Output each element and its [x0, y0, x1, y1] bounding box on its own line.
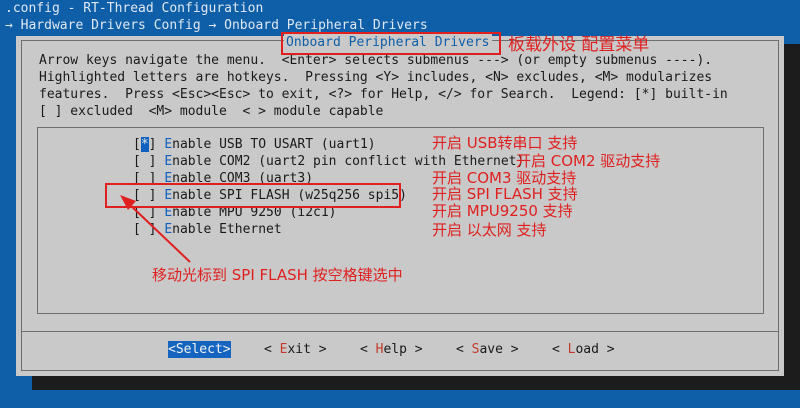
- menu-item-usb-to-usart[interactable]: [*] Enable USB TO USART (uart1): [133, 136, 376, 153]
- title-annotation: 板载外设 配置菜单: [508, 35, 650, 55]
- annotation-usb: 开启 USB转串口 支持: [432, 134, 578, 152]
- arrow-annotation: 移动光标到 SPI FLASH 按空格键选中: [152, 266, 403, 284]
- menu-cursor: *: [140, 137, 149, 152]
- annotation-com2: 开启 COM2 驱动支持: [516, 152, 661, 170]
- help-button[interactable]: < Help >: [360, 341, 423, 358]
- annotation-spi-flash: 开启 SPI FLASH 支持: [432, 185, 578, 203]
- window-title: .config - RT-Thread Configuration: [5, 1, 264, 16]
- hotkey-letter: E: [164, 154, 173, 169]
- menu-item-ethernet[interactable]: [ ] Enable Ethernet: [133, 221, 282, 238]
- title-highlight-box: [281, 32, 501, 55]
- spi-flash-highlight-box: [105, 183, 401, 208]
- annotation-ethernet: 开启 以太网 支持: [432, 221, 547, 239]
- help-line-2: Highlighted letters are hotkeys. Pressin…: [39, 70, 713, 85]
- exit-button[interactable]: < Exit >: [264, 341, 327, 358]
- menu-item-com2[interactable]: [ ] Enable COM2 (uart2 pin conflict with…: [133, 153, 524, 170]
- annotation-mpu9250: 开启 MPU9250 支持: [432, 202, 573, 220]
- load-button[interactable]: < Load >: [552, 341, 615, 358]
- button-separator: [21, 331, 779, 332]
- save-button[interactable]: < Save >: [456, 341, 519, 358]
- hotkey-letter: E: [164, 222, 173, 237]
- help-line-3: features. Press <Esc><Esc> to exit, <?> …: [39, 87, 728, 102]
- help-line-4: [ ] excluded <M> module < > module capab…: [39, 104, 384, 119]
- select-button[interactable]: <Select>: [168, 341, 231, 358]
- hotkey-letter: E: [164, 137, 173, 152]
